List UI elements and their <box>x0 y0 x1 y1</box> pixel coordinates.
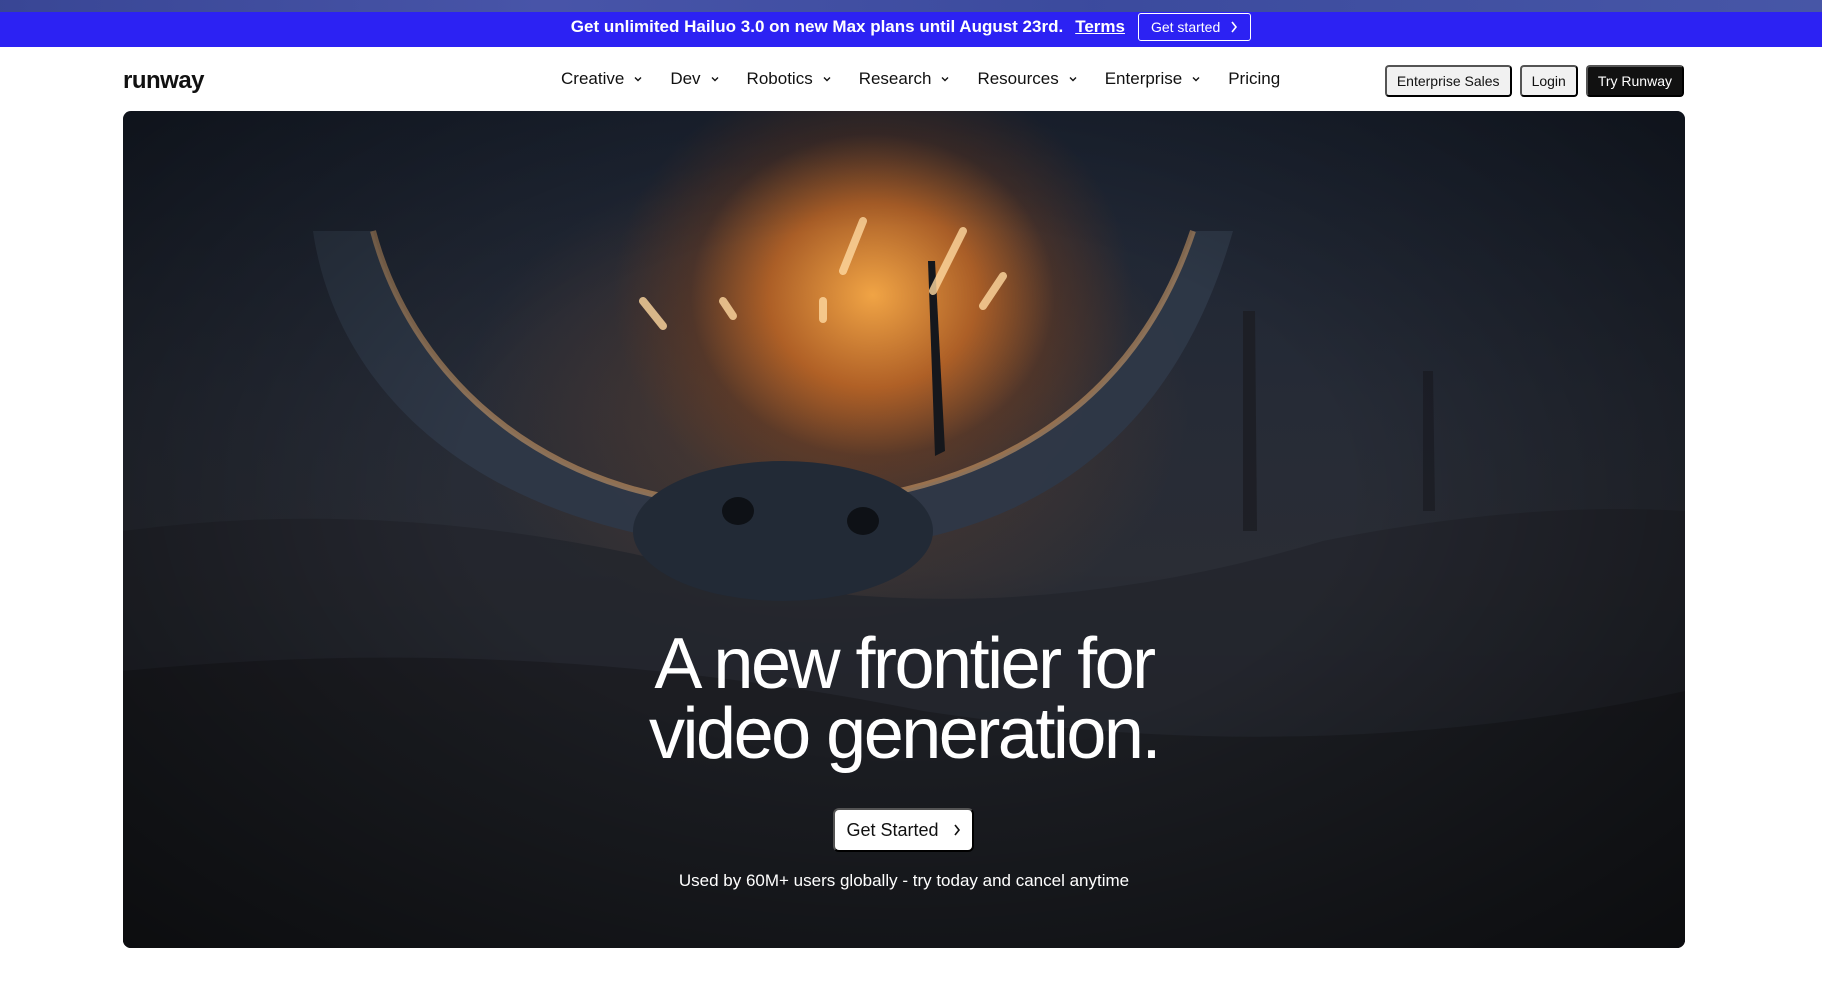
chevron-down-icon <box>823 77 831 82</box>
promo-banner: Get unlimited Hailuo 3.0 on new Max plan… <box>0 0 1822 47</box>
promo-cta-label: Get started <box>1150 18 1221 35</box>
hero-get-started-button[interactable]: Get Started <box>833 808 974 852</box>
chevron-right-icon <box>1231 21 1238 32</box>
chevron-down-icon <box>1192 77 1200 82</box>
nav-item-label: Robotics <box>746 69 813 88</box>
promo-content: Get unlimited Hailuo 3.0 on new Max plan… <box>570 12 1252 41</box>
nav-item-creative[interactable]: Creative <box>561 69 644 89</box>
nav-item-research[interactable]: Research <box>859 69 952 89</box>
nav-item-label: Research <box>858 69 932 88</box>
hero-cta-label: Get Started <box>846 819 939 840</box>
try-runway-button[interactable]: Try Runway <box>1585 65 1684 97</box>
nav-actions: Enterprise Sales Login Try Runway <box>1384 65 1684 97</box>
nav-links: Creative Dev Robotics Research Resources… <box>561 69 1280 89</box>
nav-item-label: Creative <box>561 69 625 88</box>
nav-item-enterprise[interactable]: Enterprise <box>1105 69 1202 89</box>
top-nav: runway Creative Dev Robotics Research Re… <box>0 47 1822 111</box>
hero-title: A new frontier for video generation. <box>123 624 1685 774</box>
nav-item-label: Resources <box>977 69 1059 88</box>
hero-title-line2: video generation. <box>649 694 1161 774</box>
chevron-down-icon <box>634 77 642 82</box>
promo-get-started-button[interactable]: Get started <box>1137 12 1252 41</box>
nav-item-pricing[interactable]: Pricing <box>1228 69 1280 89</box>
promo-terms-link[interactable]: Terms <box>1075 17 1125 37</box>
chevron-down-icon <box>1069 77 1077 82</box>
nav-item-label: Dev <box>670 69 701 88</box>
hero-title-line1: A new frontier for <box>654 624 1156 704</box>
runway-logo[interactable]: runway <box>123 67 205 95</box>
chevron-down-icon <box>941 77 949 82</box>
chevron-right-icon <box>953 824 960 836</box>
nav-item-resources[interactable]: Resources <box>977 69 1078 89</box>
hero-subtext: Used by 60M+ users globally - try today … <box>678 871 1130 890</box>
nav-item-robotics[interactable]: Robotics <box>747 69 833 89</box>
nav-item-label: Enterprise <box>1104 69 1183 88</box>
nav-item-dev[interactable]: Dev <box>670 69 720 89</box>
login-button[interactable]: Login <box>1519 65 1578 97</box>
banner-stripe <box>0 0 1822 12</box>
hero-video: A new frontier for video generation. Get… <box>123 111 1685 948</box>
promo-text: Get unlimited Hailuo 3.0 on new Max plan… <box>570 16 1064 36</box>
nav-item-label: Pricing <box>1228 69 1281 88</box>
chevron-down-icon <box>711 77 719 82</box>
enterprise-sales-button[interactable]: Enterprise Sales <box>1384 65 1512 97</box>
